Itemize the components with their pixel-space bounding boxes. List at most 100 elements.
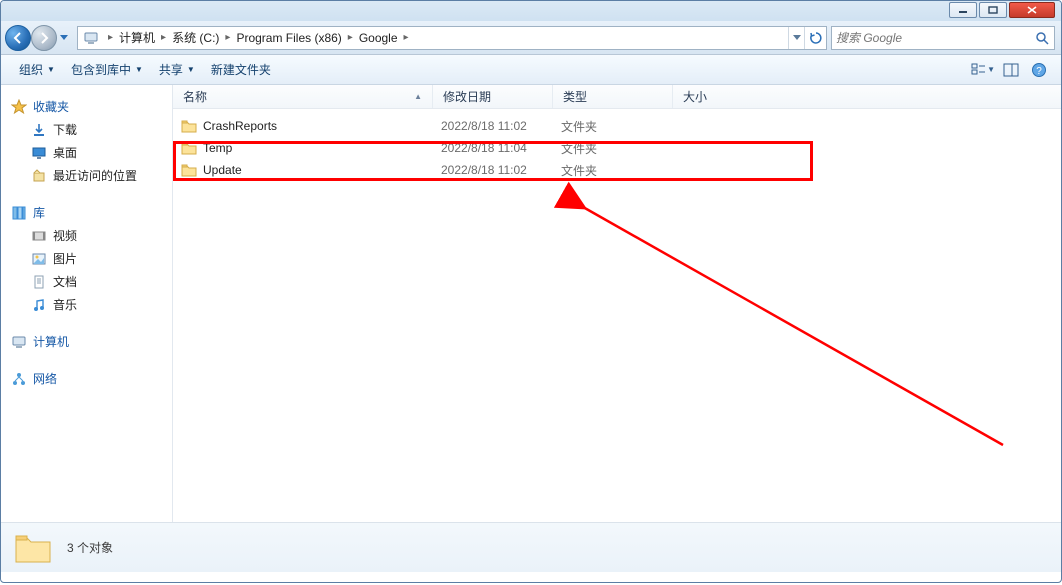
sidebar-item-recent[interactable]: 最近访问的位置 bbox=[1, 164, 172, 187]
folder-icon bbox=[181, 162, 197, 178]
video-icon bbox=[31, 228, 47, 244]
breadcrumb-item-computer[interactable]: 计算机 bbox=[117, 29, 157, 46]
recent-icon bbox=[31, 168, 47, 184]
sidebar-video-label: 视频 bbox=[53, 227, 77, 244]
table-row[interactable]: CrashReports 2022/8/18 11:02 文件夹 bbox=[173, 115, 1061, 137]
address-bar: ▸ 计算机 ▸ 系统 (C:) ▸ Program Files (x86) ▸ … bbox=[1, 21, 1061, 55]
toolbar-newfolder-label: 新建文件夹 bbox=[211, 61, 271, 78]
music-icon bbox=[31, 297, 47, 313]
table-row[interactable]: Update 2022/8/18 11:02 文件夹 bbox=[173, 159, 1061, 181]
column-size-label: 大小 bbox=[683, 88, 707, 105]
sidebar-item-documents[interactable]: 文档 bbox=[1, 270, 172, 293]
library-icon bbox=[11, 205, 27, 221]
toolbar-share-label: 共享 bbox=[159, 61, 183, 78]
column-header-size[interactable]: 大小 bbox=[673, 85, 793, 108]
content-area: 名称 ▲ 修改日期 类型 大小 CrashReports bbox=[173, 85, 1061, 522]
preview-pane-button[interactable] bbox=[999, 59, 1023, 81]
column-header-type[interactable]: 类型 bbox=[553, 85, 673, 108]
toolbar-include[interactable]: 包含到库中 ▼ bbox=[63, 57, 151, 82]
search-box[interactable] bbox=[831, 26, 1055, 50]
file-name: Update bbox=[203, 163, 242, 177]
search-icon[interactable] bbox=[1034, 30, 1050, 46]
download-icon bbox=[31, 122, 47, 138]
file-name: Temp bbox=[203, 141, 232, 155]
svg-text:?: ? bbox=[1036, 66, 1042, 77]
status-object-count: 3 个对象 bbox=[67, 539, 113, 556]
nav-history-dropdown[interactable] bbox=[57, 27, 71, 49]
breadcrumb-sep-icon: ▸ bbox=[344, 32, 357, 43]
column-type-label: 类型 bbox=[563, 88, 587, 105]
toolbar-newfolder[interactable]: 新建文件夹 bbox=[203, 57, 279, 82]
nav-forward-button[interactable] bbox=[31, 25, 57, 51]
chevron-down-icon: ▼ bbox=[187, 65, 195, 74]
file-date: 2022/8/18 11:02 bbox=[441, 163, 527, 177]
breadcrumb-sep-icon: ▸ bbox=[400, 32, 413, 43]
column-header-name[interactable]: 名称 ▲ bbox=[173, 85, 433, 108]
breadcrumb-dropdown-icon[interactable] bbox=[788, 27, 804, 49]
sidebar-documents-label: 文档 bbox=[53, 273, 77, 290]
file-list: CrashReports 2022/8/18 11:02 文件夹 Temp 20… bbox=[173, 109, 1061, 181]
breadcrumb-sep-icon: ▸ bbox=[104, 32, 117, 43]
file-date: 2022/8/18 11:02 bbox=[441, 119, 527, 133]
sidebar-item-desktop[interactable]: 桌面 bbox=[1, 141, 172, 164]
breadcrumb-sep-icon: ▸ bbox=[157, 32, 170, 43]
sidebar-item-pictures[interactable]: 图片 bbox=[1, 247, 172, 270]
nav-back-button[interactable] bbox=[5, 25, 31, 51]
toolbar-include-label: 包含到库中 bbox=[71, 61, 131, 78]
maximize-button[interactable] bbox=[979, 2, 1007, 18]
document-icon bbox=[31, 274, 47, 290]
computer-icon bbox=[11, 334, 27, 350]
sidebar-item-video[interactable]: 视频 bbox=[1, 224, 172, 247]
search-input[interactable] bbox=[836, 31, 1034, 45]
star-icon bbox=[11, 99, 27, 115]
file-type: 文件夹 bbox=[561, 140, 597, 157]
sidebar-item-music[interactable]: 音乐 bbox=[1, 293, 172, 316]
breadcrumb-sep-icon: ▸ bbox=[221, 32, 234, 43]
picture-icon bbox=[31, 251, 47, 267]
refresh-icon[interactable] bbox=[804, 27, 826, 49]
toolbar: 组织 ▼ 包含到库中 ▼ 共享 ▼ 新建文件夹 ▼ ? bbox=[1, 55, 1061, 85]
sidebar-computer-label: 计算机 bbox=[33, 333, 69, 350]
sidebar-desktop-label: 桌面 bbox=[53, 144, 77, 161]
column-header-date[interactable]: 修改日期 bbox=[433, 85, 553, 108]
sidebar-network-label: 网络 bbox=[33, 370, 57, 387]
folder-icon bbox=[181, 140, 197, 156]
breadcrumb-item-google[interactable]: Google bbox=[357, 31, 400, 45]
sidebar-group-network[interactable]: 网络 bbox=[1, 367, 172, 390]
sidebar-libraries-label: 库 bbox=[33, 204, 45, 221]
sidebar-music-label: 音乐 bbox=[53, 296, 77, 313]
minimize-button[interactable] bbox=[949, 2, 977, 18]
file-date: 2022/8/18 11:04 bbox=[441, 141, 527, 155]
column-date-label: 修改日期 bbox=[443, 88, 491, 105]
folder-icon bbox=[13, 528, 53, 568]
file-type: 文件夹 bbox=[561, 118, 597, 135]
chevron-down-icon: ▼ bbox=[47, 65, 55, 74]
sidebar-group-libraries[interactable]: 库 bbox=[1, 201, 172, 224]
sort-asc-icon: ▲ bbox=[414, 92, 422, 101]
view-mode-button[interactable]: ▼ bbox=[971, 59, 995, 81]
close-button[interactable] bbox=[1009, 2, 1055, 18]
chevron-down-icon: ▼ bbox=[135, 65, 143, 74]
breadcrumb[interactable]: ▸ 计算机 ▸ 系统 (C:) ▸ Program Files (x86) ▸ … bbox=[77, 26, 827, 50]
table-row[interactable]: Temp 2022/8/18 11:04 文件夹 bbox=[173, 137, 1061, 159]
computer-icon bbox=[82, 29, 100, 47]
file-type: 文件夹 bbox=[561, 162, 597, 179]
sidebar-downloads-label: 下载 bbox=[53, 121, 77, 138]
chevron-down-icon: ▼ bbox=[987, 65, 995, 74]
toolbar-share[interactable]: 共享 ▼ bbox=[151, 57, 203, 82]
breadcrumb-item-drive[interactable]: 系统 (C:) bbox=[170, 29, 221, 46]
column-name-label: 名称 bbox=[183, 88, 207, 105]
desktop-icon bbox=[31, 145, 47, 161]
sidebar-group-favorites[interactable]: 收藏夹 bbox=[1, 95, 172, 118]
column-headers: 名称 ▲ 修改日期 类型 大小 bbox=[173, 85, 1061, 109]
folder-icon bbox=[181, 118, 197, 134]
title-bar bbox=[1, 1, 1061, 21]
sidebar-item-downloads[interactable]: 下载 bbox=[1, 118, 172, 141]
help-button[interactable]: ? bbox=[1027, 59, 1051, 81]
nav-sidebar: 收藏夹 下载 桌面 最近访问的位置 库 bbox=[1, 85, 173, 522]
breadcrumb-item-programfiles[interactable]: Program Files (x86) bbox=[234, 31, 343, 45]
sidebar-group-computer[interactable]: 计算机 bbox=[1, 330, 172, 353]
sidebar-pictures-label: 图片 bbox=[53, 250, 77, 267]
sidebar-recent-label: 最近访问的位置 bbox=[53, 167, 137, 184]
toolbar-organize[interactable]: 组织 ▼ bbox=[11, 57, 63, 82]
